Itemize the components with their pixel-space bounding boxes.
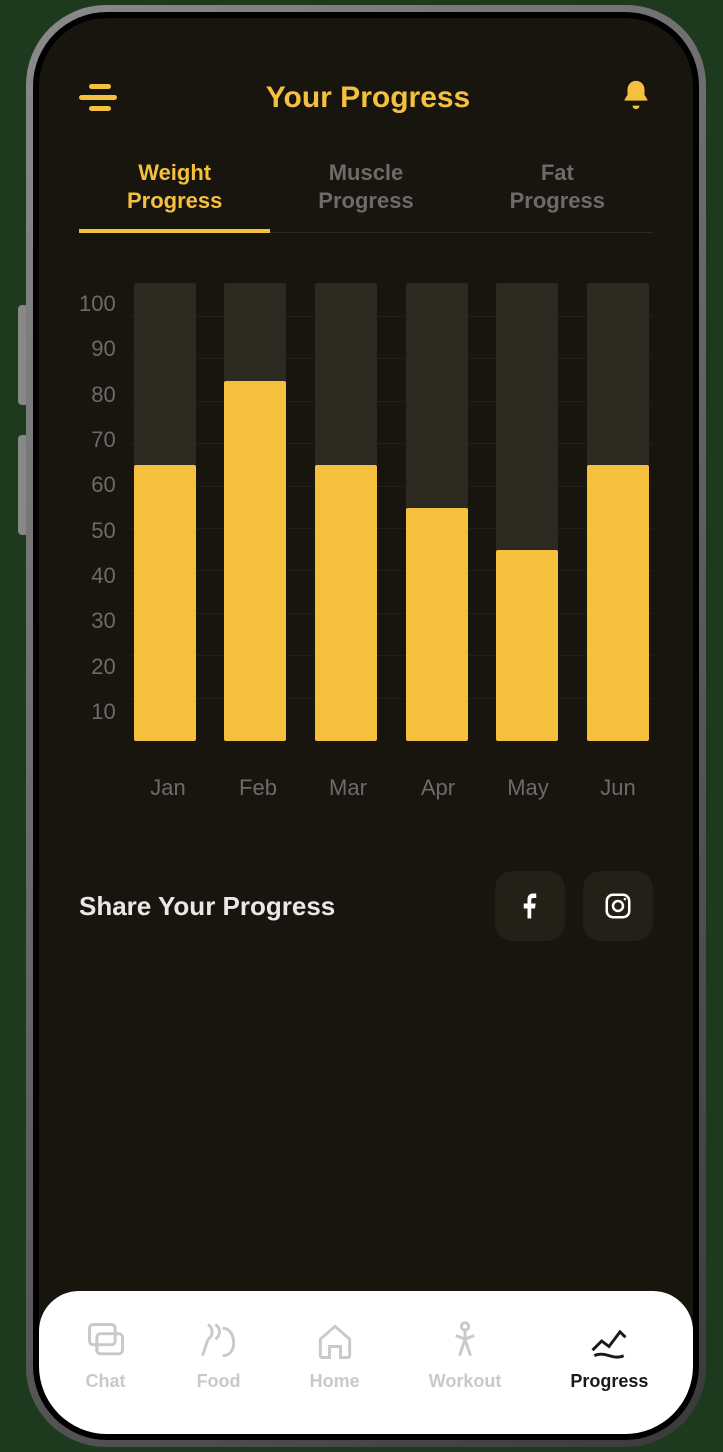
header: Your Progress (39, 18, 693, 137)
bell-icon[interactable] (619, 78, 653, 117)
menu-icon[interactable] (79, 84, 117, 112)
progress-icon (587, 1319, 631, 1363)
tab-fat-progress[interactable]: FatProgress (462, 147, 653, 232)
ytick: 30 (79, 610, 116, 632)
nav-label: Food (197, 1371, 241, 1392)
ytick: 50 (79, 520, 116, 542)
chart: 100 90 80 70 60 50 40 30 20 10 Jan Feb Mar Apr May Jun (39, 233, 693, 821)
tabs: WeightProgressMuscleProgressFatProgress (79, 147, 653, 233)
chat-icon (84, 1319, 128, 1363)
home-icon (313, 1319, 357, 1363)
chart-y-axis: 100 90 80 70 60 50 40 30 20 10 (79, 293, 130, 723)
ytick: 20 (79, 656, 116, 678)
share-buttons (495, 871, 653, 941)
instagram-button[interactable] (583, 871, 653, 941)
xtick: Jan (137, 775, 199, 801)
xtick: Apr (407, 775, 469, 801)
nav-progress[interactable]: Progress (570, 1319, 648, 1392)
nav-label: Home (310, 1371, 360, 1392)
ytick: 10 (79, 701, 116, 723)
ytick: 60 (79, 474, 116, 496)
share-label: Share Your Progress (79, 891, 335, 922)
nav-label: Workout (429, 1371, 502, 1392)
ytick: 80 (79, 384, 116, 406)
page-title: Your Progress (266, 81, 471, 115)
nav-chat[interactable]: Chat (84, 1319, 128, 1392)
chart-plot (130, 283, 653, 741)
xtick: Mar (317, 775, 379, 801)
nav-label: Chat (86, 1371, 126, 1392)
food-icon (197, 1319, 241, 1363)
ytick: 40 (79, 565, 116, 587)
ytick: 100 (79, 293, 116, 315)
nav-label: Progress (570, 1371, 648, 1392)
bar-apr[interactable] (406, 283, 468, 741)
tab-weight-progress[interactable]: WeightProgress (79, 147, 270, 232)
phone-frame: Your Progress WeightProgressMuscleProgre… (26, 5, 706, 1447)
facebook-icon (515, 891, 545, 921)
instagram-icon (603, 891, 633, 921)
chart-x-axis: Jan Feb Mar Apr May Jun (79, 763, 653, 801)
app-screen: Your Progress WeightProgressMuscleProgre… (39, 18, 693, 1434)
bar-jun[interactable] (587, 283, 649, 741)
ytick: 70 (79, 429, 116, 451)
tab-muscle-progress[interactable]: MuscleProgress (270, 147, 461, 232)
share-section: Share Your Progress (39, 821, 693, 941)
facebook-button[interactable] (495, 871, 565, 941)
ytick: 90 (79, 338, 116, 360)
xtick: Feb (227, 775, 289, 801)
xtick: Jun (587, 775, 649, 801)
xtick: May (497, 775, 559, 801)
bar-mar[interactable] (315, 283, 377, 741)
bar-feb[interactable] (224, 283, 286, 741)
bottom-nav: Chat Food Home Workout Progress (39, 1291, 693, 1434)
nav-workout[interactable]: Workout (429, 1319, 502, 1392)
bar-may[interactable] (496, 283, 558, 741)
workout-icon (443, 1319, 487, 1363)
nav-home[interactable]: Home (310, 1319, 360, 1392)
bar-jan[interactable] (134, 283, 196, 741)
nav-food[interactable]: Food (197, 1319, 241, 1392)
